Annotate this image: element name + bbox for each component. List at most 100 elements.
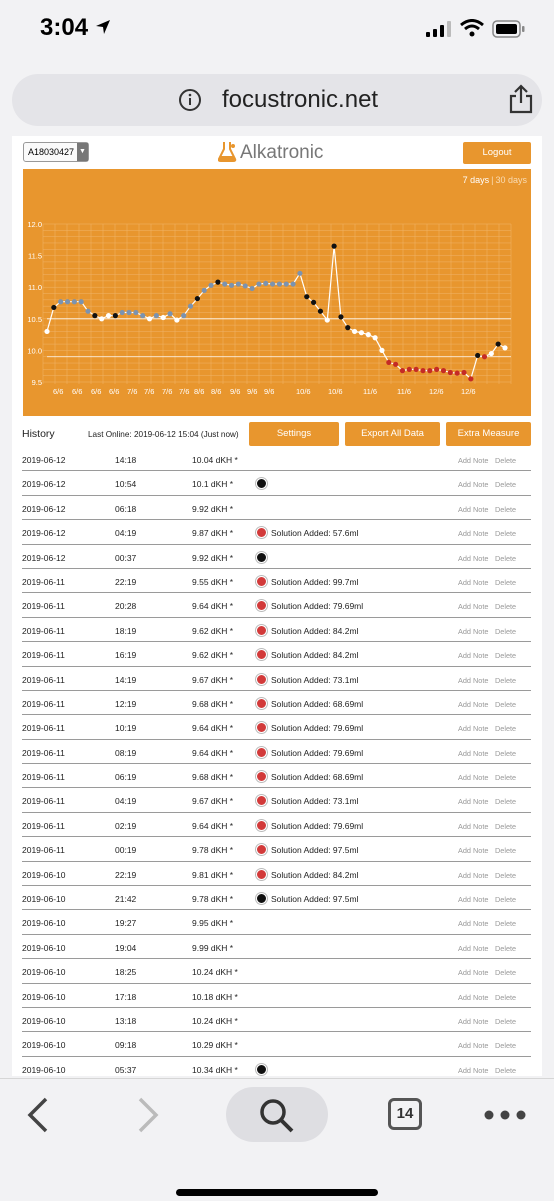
row-date: 2019-06-11 — [22, 772, 65, 783]
add-note-link[interactable]: Add Note — [458, 822, 488, 831]
url-text[interactable]: focustronic.net — [222, 86, 378, 114]
data-point — [112, 313, 118, 319]
row-note: Solution Added: 73.1ml — [271, 674, 359, 685]
delete-link[interactable]: Delete — [495, 602, 516, 611]
add-note-link[interactable]: Add Note — [458, 944, 488, 953]
extra-measure-button[interactable]: Extra Measure — [446, 422, 531, 446]
add-note-link[interactable]: Add Note — [458, 529, 488, 538]
data-point — [105, 313, 112, 319]
add-note-link[interactable]: Add Note — [458, 846, 488, 855]
search-button[interactable] — [226, 1087, 328, 1142]
row-value: 9.64 dKH * — [192, 747, 234, 758]
export-all-data-button[interactable]: Export All Data — [345, 422, 440, 446]
row-value: 10.24 dKH * — [192, 1015, 238, 1026]
back-icon[interactable] — [26, 1097, 52, 1133]
row-value: 9.78 dKH * — [192, 894, 234, 905]
delete-link[interactable]: Delete — [495, 895, 516, 904]
row-value: 9.64 dKH * — [192, 723, 234, 734]
x-tick-label: 11/6 — [397, 387, 411, 396]
delete-link[interactable]: Delete — [495, 993, 516, 1002]
add-note-link[interactable]: Add Note — [458, 480, 488, 489]
row-value: 9.64 dKH * — [192, 820, 234, 831]
chart-plot: 9.5 10.0 10.5 11.0 11.5 12.0 6/6 6/6 6/6 6/6 7/6 7/… — [27, 220, 512, 396]
add-note-link[interactable]: Add Note — [458, 895, 488, 904]
range-7-days[interactable]: 7 days — [463, 175, 490, 185]
delete-link[interactable]: Delete — [495, 456, 516, 465]
add-note-link[interactable]: Add Note — [458, 578, 488, 587]
delete-link[interactable]: Delete — [495, 578, 516, 587]
add-note-link[interactable]: Add Note — [458, 773, 488, 782]
add-note-link[interactable]: Add Note — [458, 505, 488, 514]
row-date: 2019-06-10 — [22, 991, 66, 1002]
add-note-link[interactable]: Add Note — [458, 797, 488, 806]
add-note-link[interactable]: Add Note — [458, 676, 488, 685]
data-point — [372, 335, 378, 341]
delete-link[interactable]: Delete — [495, 846, 516, 855]
add-note-link[interactable]: Add Note — [458, 700, 488, 709]
more-icon[interactable] — [484, 1110, 526, 1120]
delete-link[interactable]: Delete — [495, 871, 516, 880]
delete-link[interactable]: Delete — [495, 505, 516, 514]
delete-link[interactable]: Delete — [495, 919, 516, 928]
delete-link[interactable]: Delete — [495, 1041, 516, 1050]
share-icon[interactable] — [506, 83, 536, 115]
add-note-link[interactable]: Add Note — [458, 1017, 488, 1026]
logout-button[interactable]: Logout — [463, 142, 531, 164]
x-tick-label: 7/6 — [127, 387, 137, 396]
browser-toolbar: 14 — [0, 1078, 554, 1201]
add-note-link[interactable]: Add Note — [458, 456, 488, 465]
delete-link[interactable]: Delete — [495, 944, 516, 953]
table-row: 2019-06-11 22:19 9.55 dKH * Solution Added:… — [22, 569, 531, 594]
delete-link[interactable]: Delete — [495, 797, 516, 806]
delete-link[interactable]: Delete — [495, 627, 516, 636]
add-note-link[interactable]: Add Note — [458, 919, 488, 928]
add-note-link[interactable]: Add Note — [458, 554, 488, 563]
tabs-button[interactable]: 14 — [388, 1098, 422, 1130]
add-note-link[interactable]: Add Note — [458, 871, 488, 880]
info-icon[interactable] — [178, 88, 202, 112]
settings-button[interactable]: Settings — [249, 422, 339, 446]
address-bar[interactable]: focustronic.net — [12, 74, 542, 126]
delete-link[interactable]: Delete — [495, 554, 516, 563]
delete-link[interactable]: Delete — [495, 651, 516, 660]
table-row: 2019-06-11 00:19 9.78 dKH * Solution Added:… — [22, 837, 531, 862]
x-tick-label: 6/6 — [109, 387, 119, 396]
data-point — [167, 311, 173, 317]
delete-link[interactable]: Delete — [495, 529, 516, 538]
add-note-link[interactable]: Add Note — [458, 627, 488, 636]
device-select[interactable]: A18030427 ▼ — [23, 142, 89, 162]
add-note-link[interactable]: Add Note — [458, 993, 488, 1002]
add-note-link[interactable]: Add Note — [458, 1041, 488, 1050]
red-dot-icon — [256, 575, 267, 587]
device-id: A18030427 — [28, 147, 75, 157]
delete-link[interactable]: Delete — [495, 724, 516, 733]
delete-link[interactable]: Delete — [495, 749, 516, 758]
add-note-link[interactable]: Add Note — [458, 651, 488, 660]
table-row: 2019-06-10 19:27 9.95 dKH * Add Note Delete — [22, 910, 531, 935]
y-tick-label: 11.5 — [28, 252, 42, 261]
row-time: 14:19 — [115, 674, 137, 685]
delete-link[interactable]: Delete — [495, 968, 516, 977]
delete-link[interactable]: Delete — [495, 480, 516, 489]
data-point — [222, 281, 228, 287]
row-note: Solution Added: 73.1ml — [271, 796, 359, 807]
delete-link[interactable]: Delete — [495, 700, 516, 709]
data-point — [44, 328, 50, 335]
delete-link[interactable]: Delete — [495, 1017, 516, 1026]
data-point — [126, 309, 132, 316]
add-note-link[interactable]: Add Note — [458, 1066, 488, 1075]
add-note-link[interactable]: Add Note — [458, 724, 488, 733]
delete-link[interactable]: Delete — [495, 676, 516, 685]
delete-link[interactable]: Delete — [495, 822, 516, 831]
add-note-link[interactable]: Add Note — [458, 602, 488, 611]
add-note-link[interactable]: Add Note — [458, 749, 488, 758]
forward-icon[interactable] — [134, 1097, 160, 1133]
range-30-days[interactable]: 30 days — [495, 175, 527, 185]
delete-link[interactable]: Delete — [495, 1066, 516, 1075]
row-value: 10.29 dKH * — [192, 1040, 238, 1051]
alkatronic-logo-icon — [218, 142, 237, 162]
row-date: 2019-06-12 — [22, 528, 66, 539]
add-note-link[interactable]: Add Note — [458, 968, 488, 977]
red-dot-icon — [256, 722, 267, 734]
delete-link[interactable]: Delete — [495, 773, 516, 782]
